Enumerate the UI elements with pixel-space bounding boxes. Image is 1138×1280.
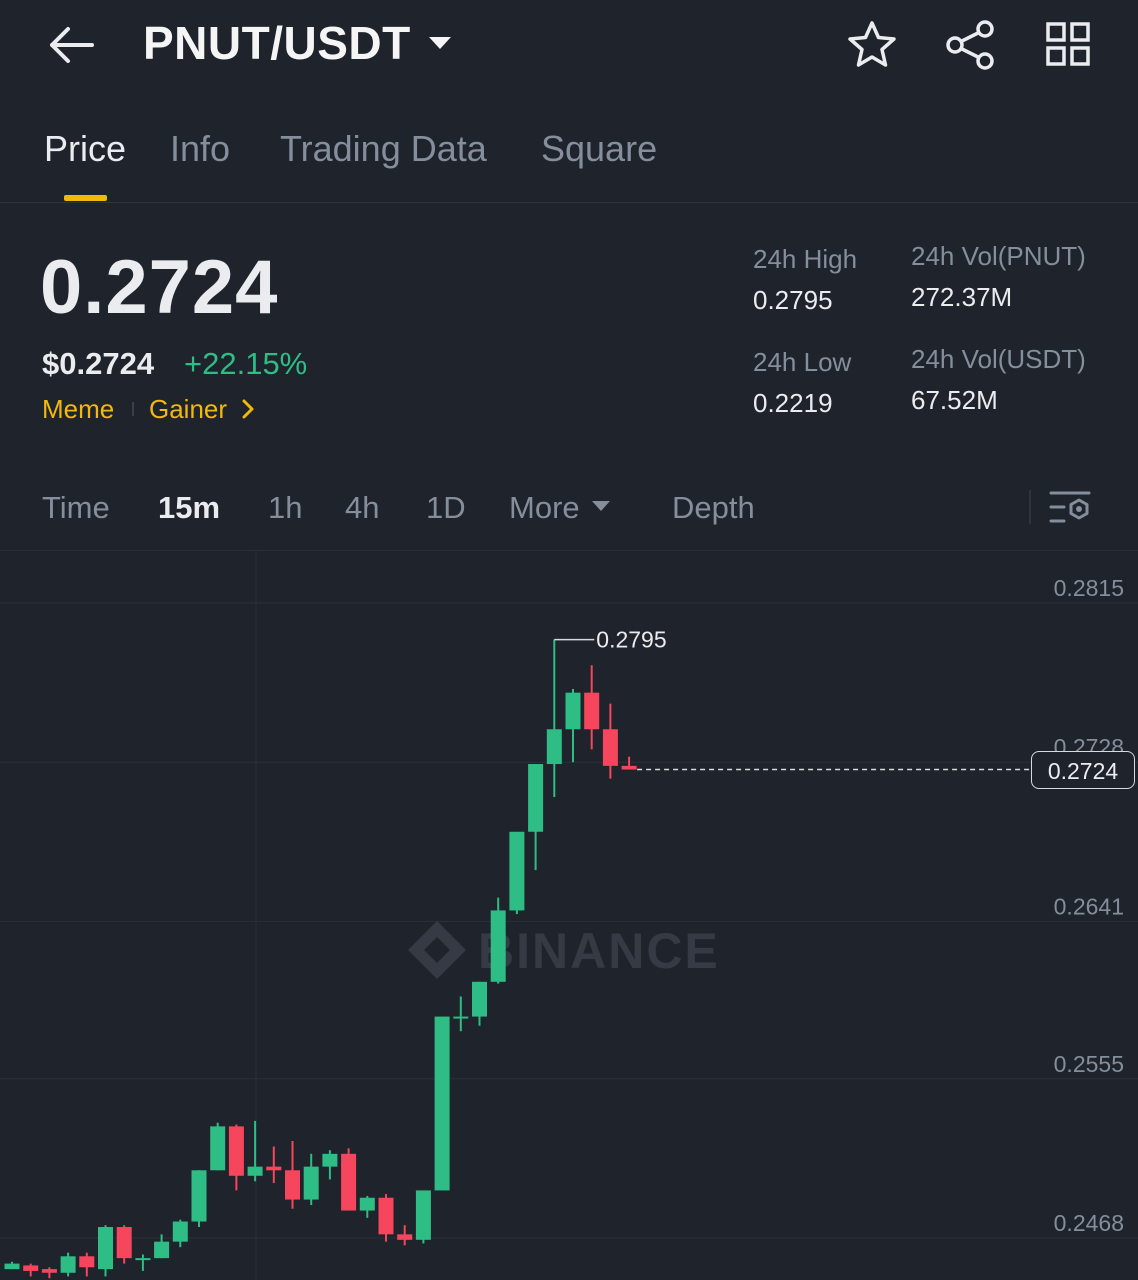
- candle-body: [210, 1126, 226, 1171]
- candle-body: [378, 1197, 394, 1235]
- tab-square[interactable]: Square: [541, 128, 657, 170]
- candle-body: [397, 1234, 413, 1240]
- candle-body: [135, 1258, 151, 1261]
- binance-logo-icon: [408, 921, 466, 979]
- tab-trading-data[interactable]: Trading Data: [280, 128, 487, 170]
- candle-body: [79, 1256, 95, 1268]
- back-button[interactable]: [44, 22, 98, 68]
- candle-body: [116, 1227, 132, 1259]
- pair-selector[interactable]: PNUT/USDT: [143, 16, 451, 70]
- candle-body: [98, 1227, 113, 1270]
- high-marker-label: 0.2795: [596, 627, 666, 653]
- candle-body: [621, 765, 637, 770]
- share-button[interactable]: [943, 18, 997, 72]
- candle-body: [565, 692, 581, 730]
- candle-body: [303, 1166, 319, 1200]
- indicator-settings-button[interactable]: [1048, 488, 1094, 528]
- layout-button[interactable]: [1042, 18, 1096, 72]
- chevron-down-icon: [428, 36, 451, 49]
- tf-depth[interactable]: Depth: [672, 490, 755, 526]
- chevron-down-icon: [591, 500, 610, 511]
- stat-vol-quote-label: 24h Vol(USDT): [911, 344, 1086, 374]
- favorite-button[interactable]: [845, 18, 899, 72]
- candle-body: [453, 1016, 469, 1019]
- arrow-left-icon: [50, 27, 94, 63]
- stat-high-value: 0.2795: [753, 285, 833, 315]
- tag-gainer[interactable]: Gainer: [149, 394, 256, 425]
- candle-body: [490, 910, 506, 982]
- tab-price[interactable]: Price: [44, 128, 126, 170]
- price-change: +22.15%: [184, 346, 308, 381]
- binance-watermark: BINANCE: [408, 921, 720, 979]
- candle-body: [4, 1263, 20, 1270]
- star-icon: [848, 21, 896, 67]
- candle-body: [172, 1221, 188, 1242]
- toolbar-separator: [1029, 490, 1031, 524]
- stat-vol-base-label: 24h Vol(PNUT): [911, 241, 1086, 271]
- tf-15m[interactable]: 15m: [158, 490, 220, 526]
- candle-body: [434, 1016, 450, 1191]
- tf-1h[interactable]: 1h: [268, 490, 302, 526]
- candle-body: [191, 1170, 207, 1222]
- usd-price: $0.2724: [42, 346, 155, 381]
- candle-body: [415, 1190, 431, 1240]
- chevron-right-icon: [242, 399, 254, 419]
- last-price-tag: 0.2724: [1031, 751, 1135, 789]
- candle-body: [60, 1256, 76, 1273]
- candle-body: [322, 1153, 338, 1167]
- candlestick-chart[interactable]: 0.28150.27280.26410.25550.2468BINANCE0.2…: [0, 551, 1138, 1280]
- stat-low-label: 24h Low: [753, 347, 852, 377]
- candle-body: [41, 1269, 57, 1273]
- y-tick-label: 0.2468: [1054, 1210, 1124, 1236]
- candle-body: [546, 729, 562, 765]
- tf-4h[interactable]: 4h: [345, 490, 379, 526]
- last-price: 0.2724: [40, 245, 279, 330]
- tag-separator: [132, 402, 134, 416]
- share-icon: [946, 20, 994, 70]
- grid-icon: [1046, 22, 1090, 66]
- stat-low-value: 0.2219: [753, 388, 833, 418]
- y-tick-label: 0.2641: [1054, 893, 1124, 919]
- candle-body: [359, 1197, 375, 1211]
- active-tab-indicator: [64, 195, 107, 201]
- tabs-divider: [0, 202, 1138, 203]
- y-tick-label: 0.2555: [1054, 1051, 1124, 1077]
- candle-body: [228, 1126, 244, 1176]
- tag-gainer-label: Gainer: [149, 394, 228, 424]
- chart-settings-icon: [1049, 491, 1091, 523]
- candle-body: [247, 1166, 263, 1176]
- stat-vol-quote-value: 67.52M: [911, 385, 998, 415]
- tf-time[interactable]: Time: [42, 490, 110, 526]
- stat-vol-base-value: 272.37M: [911, 282, 1013, 312]
- candle-body: [472, 981, 487, 1017]
- tf-more-label: More: [509, 490, 580, 525]
- tf-more[interactable]: More: [509, 490, 610, 526]
- candle-body: [602, 729, 618, 766]
- y-tick-label: 0.2815: [1054, 575, 1124, 601]
- stat-high-label: 24h High: [753, 244, 858, 274]
- watermark-text: BINANCE: [478, 923, 720, 979]
- candle-body: [584, 692, 600, 730]
- candle-body: [154, 1241, 170, 1259]
- pair-title: PNUT/USDT: [143, 17, 411, 69]
- candle-body: [23, 1265, 39, 1271]
- candle-body: [509, 831, 525, 911]
- tab-info[interactable]: Info: [170, 128, 230, 170]
- candle-body: [341, 1153, 357, 1211]
- candle-body: [285, 1170, 300, 1200]
- candle-body: [528, 764, 544, 832]
- tf-1d[interactable]: 1D: [426, 490, 466, 526]
- candle-body: [266, 1166, 282, 1171]
- tag-meme[interactable]: Meme: [42, 394, 114, 425]
